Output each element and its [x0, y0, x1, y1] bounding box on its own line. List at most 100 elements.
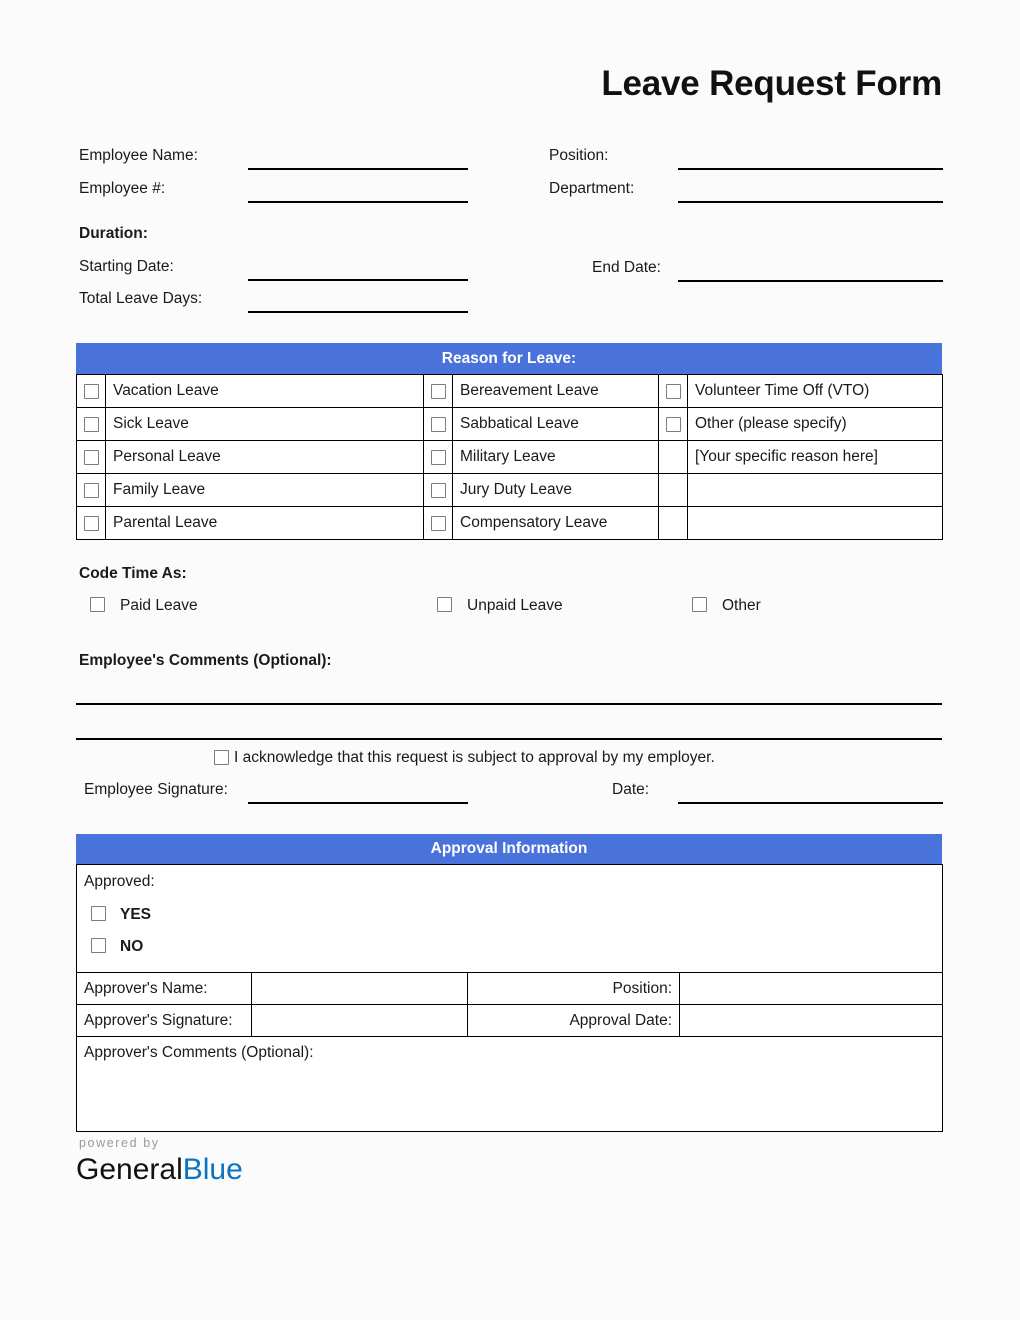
reason-checkbox-cell[interactable]: [76, 440, 106, 474]
powered-by-label: powered by: [79, 1136, 160, 1150]
approved-no-option[interactable]: NO: [91, 938, 143, 955]
reason-label-sick-leave: Sick Leave: [105, 407, 424, 441]
approval-information-table: Approved: YES NO Approver's Name: Positi…: [75, 864, 944, 1132]
table-row: Parental Leave Compensatory Leave: [76, 506, 943, 540]
code-time-option-paid-leave: Paid Leave: [120, 597, 198, 614]
approver-signature-label: Approver's Signature:: [76, 1004, 252, 1037]
approved-yes-option[interactable]: YES: [91, 906, 151, 923]
checkbox-icon-acknowledgement[interactable]: [214, 750, 229, 765]
checkbox-icon-other[interactable]: [692, 597, 707, 612]
approver-signature-input[interactable]: [251, 1004, 468, 1037]
reason-checkbox-cell[interactable]: [423, 374, 453, 408]
position-input[interactable]: [678, 168, 943, 170]
approver-name-input[interactable]: [251, 972, 468, 1005]
reason-checkbox-cell[interactable]: [423, 506, 453, 540]
reason-empty-cell: [687, 506, 943, 540]
reason-checkbox-cell[interactable]: [658, 374, 688, 408]
reason-label-bereavement-leave: Bereavement Leave: [452, 374, 659, 408]
reason-label-personal-leave: Personal Leave: [105, 440, 424, 474]
duration-heading: Duration:: [79, 225, 148, 242]
reason-checkbox-cell[interactable]: [423, 473, 453, 507]
reason-label-vacation-leave: Vacation Leave: [105, 374, 424, 408]
reason-checkbox-cell[interactable]: [76, 506, 106, 540]
checkbox-icon[interactable]: [430, 515, 446, 531]
reason-for-leave-header: Reason for Leave:: [76, 343, 942, 374]
employee-signature-input[interactable]: [248, 802, 468, 804]
approved-cell: Approved: YES NO: [75, 864, 944, 973]
reason-empty-cell: [658, 440, 688, 474]
employee-comments-line-2[interactable]: [76, 738, 942, 740]
end-date-input[interactable]: [678, 280, 943, 282]
reason-checkbox-cell[interactable]: [76, 407, 106, 441]
reason-checkbox-cell[interactable]: [423, 407, 453, 441]
employee-comments-line-1[interactable]: [76, 703, 942, 705]
signature-date-label: Date:: [612, 781, 650, 798]
code-time-option-other: Other: [722, 597, 761, 614]
checkbox-icon[interactable]: [83, 416, 99, 432]
reason-empty-cell: [687, 473, 943, 507]
checkbox-icon[interactable]: [83, 482, 99, 498]
logo-text-general: General: [76, 1153, 183, 1186]
reason-label-family-leave: Family Leave: [105, 473, 424, 507]
approved-label: Approved:: [84, 873, 155, 890]
checkbox-icon[interactable]: [430, 449, 446, 465]
reason-label-jury-duty-leave: Jury Duty Leave: [452, 473, 659, 507]
acknowledgement-text: I acknowledge that this request is subje…: [234, 749, 715, 766]
approval-date-input[interactable]: [678, 1004, 944, 1037]
code-time-as-heading: Code Time As:: [79, 565, 187, 582]
table-row: Approved: YES NO: [75, 864, 944, 973]
checkbox-icon-no[interactable]: [91, 938, 106, 953]
employee-signature-label: Employee Signature:: [84, 781, 228, 798]
approval-date-label: Approval Date:: [467, 1004, 680, 1037]
reason-label-parental-leave: Parental Leave: [105, 506, 424, 540]
employee-number-input[interactable]: [248, 201, 468, 203]
checkbox-icon[interactable]: [665, 383, 681, 399]
approved-yes-label: YES: [120, 906, 152, 923]
checkbox-icon[interactable]: [83, 383, 99, 399]
checkbox-icon-paid-leave[interactable]: [90, 597, 105, 612]
position-label: Position:: [549, 147, 609, 164]
reason-empty-cell: [658, 473, 688, 507]
reason-checkbox-cell[interactable]: [76, 473, 106, 507]
reason-other-specify-input[interactable]: [Your specific reason here]: [687, 440, 943, 474]
approver-name-label: Approver's Name:: [76, 972, 252, 1005]
reason-checkbox-cell[interactable]: [76, 374, 106, 408]
reason-label-other: Other (please specify): [687, 407, 943, 441]
total-leave-days-label: Total Leave Days:: [79, 290, 203, 307]
checkbox-icon[interactable]: [430, 416, 446, 432]
employee-name-label: Employee Name:: [79, 147, 198, 164]
reason-label-volunteer-time-off: Volunteer Time Off (VTO): [687, 374, 943, 408]
reason-checkbox-cell[interactable]: [658, 407, 688, 441]
table-row: Approver's Signature: Approval Date:: [76, 1004, 944, 1037]
employee-name-input[interactable]: [248, 168, 468, 170]
approved-no-label: NO: [120, 938, 144, 955]
signature-date-input[interactable]: [678, 802, 943, 804]
approval-information-header: Approval Information: [76, 834, 942, 864]
generalblue-logo: GeneralBlue: [76, 1155, 243, 1185]
checkbox-icon-yes[interactable]: [91, 906, 106, 921]
employee-comments-heading: Employee's Comments (Optional):: [79, 652, 332, 669]
reason-for-leave-table: Vacation Leave Bereavement Leave Volunte…: [76, 374, 943, 540]
employee-number-label: Employee #:: [79, 180, 166, 197]
checkbox-icon[interactable]: [665, 416, 681, 432]
table-row: Personal Leave Military Leave [Your spec…: [76, 440, 943, 474]
leave-request-form-page: Leave Request Form Employee Name: Employ…: [0, 0, 1020, 1320]
department-input[interactable]: [678, 201, 943, 203]
total-leave-days-input[interactable]: [248, 311, 468, 313]
approver-comments-input[interactable]: Approver's Comments (Optional):: [75, 1036, 944, 1132]
page-title: Leave Request Form: [601, 64, 942, 103]
checkbox-icon[interactable]: [430, 383, 446, 399]
approver-position-label: Position:: [467, 972, 680, 1005]
approver-position-input[interactable]: [678, 972, 944, 1005]
table-row: Sick Leave Sabbatical Leave Other (pleas…: [76, 407, 943, 441]
starting-date-label: Starting Date:: [79, 258, 174, 275]
starting-date-input[interactable]: [248, 279, 468, 281]
checkbox-icon[interactable]: [83, 449, 99, 465]
table-row: Family Leave Jury Duty Leave: [76, 473, 943, 507]
checkbox-icon[interactable]: [83, 515, 99, 531]
table-row: Vacation Leave Bereavement Leave Volunte…: [76, 374, 943, 408]
reason-empty-cell: [658, 506, 688, 540]
checkbox-icon[interactable]: [430, 482, 446, 498]
checkbox-icon-unpaid-leave[interactable]: [437, 597, 452, 612]
reason-checkbox-cell[interactable]: [423, 440, 453, 474]
